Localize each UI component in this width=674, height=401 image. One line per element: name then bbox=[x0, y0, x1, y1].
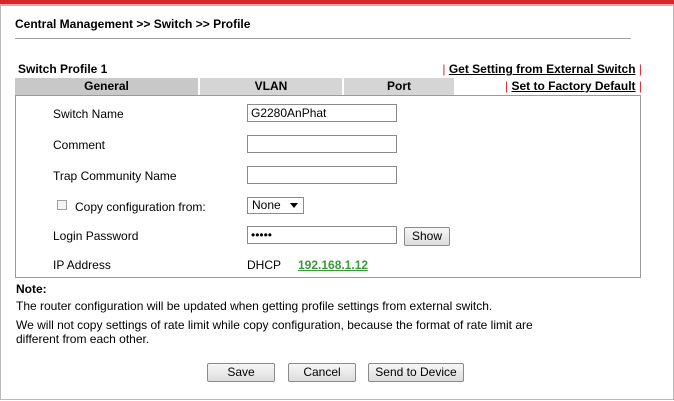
ip-address-link[interactable]: 192.168.1.12 bbox=[298, 258, 368, 272]
profile-title: Switch Profile 1 bbox=[18, 62, 108, 76]
tab-port[interactable]: Port bbox=[344, 78, 454, 95]
comment-input[interactable] bbox=[247, 135, 397, 153]
note-line: We will not copy settings of rate limit … bbox=[16, 318, 533, 332]
show-password-button[interactable]: Show bbox=[404, 227, 450, 246]
cancel-button[interactable]: Cancel bbox=[288, 363, 356, 382]
set-to-factory-default-link[interactable]: Set to Factory Default bbox=[512, 79, 636, 93]
switch-name-input[interactable] bbox=[247, 104, 397, 122]
get-setting-link-group: | Get Setting from External Switch | bbox=[442, 62, 642, 76]
note-line: different from each other. bbox=[16, 332, 150, 346]
header-divider bbox=[15, 38, 631, 39]
chevron-down-icon bbox=[290, 203, 298, 208]
copy-configuration-checkbox[interactable] bbox=[57, 200, 67, 210]
factory-default-link-group: | Set to Factory Default | bbox=[505, 79, 642, 93]
login-password-label: Login Password bbox=[53, 229, 139, 243]
general-settings-panel bbox=[15, 95, 641, 278]
top-accent-shade bbox=[0, 4, 674, 6]
login-password-input[interactable] bbox=[247, 226, 397, 244]
copy-configuration-select[interactable]: None bbox=[247, 197, 304, 214]
tab-vlan[interactable]: VLAN bbox=[200, 78, 342, 95]
note-title: Note: bbox=[16, 282, 47, 296]
ip-mode: DHCP bbox=[247, 258, 282, 272]
note-line: The router configuration will be updated… bbox=[16, 299, 493, 313]
get-setting-from-external-switch-link[interactable]: Get Setting from External Switch bbox=[449, 62, 636, 76]
tab-general[interactable]: General bbox=[15, 78, 198, 95]
link-separator: | bbox=[505, 79, 509, 93]
ip-address-label: IP Address bbox=[53, 258, 111, 272]
trap-community-name-label: Trap Community Name bbox=[53, 169, 177, 183]
link-separator: | bbox=[442, 62, 446, 76]
copy-configuration-label: Copy configuration from: bbox=[75, 200, 206, 214]
copy-configuration-selected: None bbox=[252, 198, 281, 212]
link-separator: | bbox=[638, 79, 642, 93]
trap-community-name-input[interactable] bbox=[247, 166, 397, 184]
switch-name-label: Switch Name bbox=[53, 107, 124, 121]
breadcrumb: Central Management >> Switch >> Profile bbox=[15, 17, 251, 31]
link-separator: | bbox=[638, 62, 642, 76]
comment-label: Comment bbox=[53, 138, 106, 152]
save-button[interactable]: Save bbox=[207, 363, 275, 382]
send-to-device-button[interactable]: Send to Device bbox=[368, 363, 464, 382]
